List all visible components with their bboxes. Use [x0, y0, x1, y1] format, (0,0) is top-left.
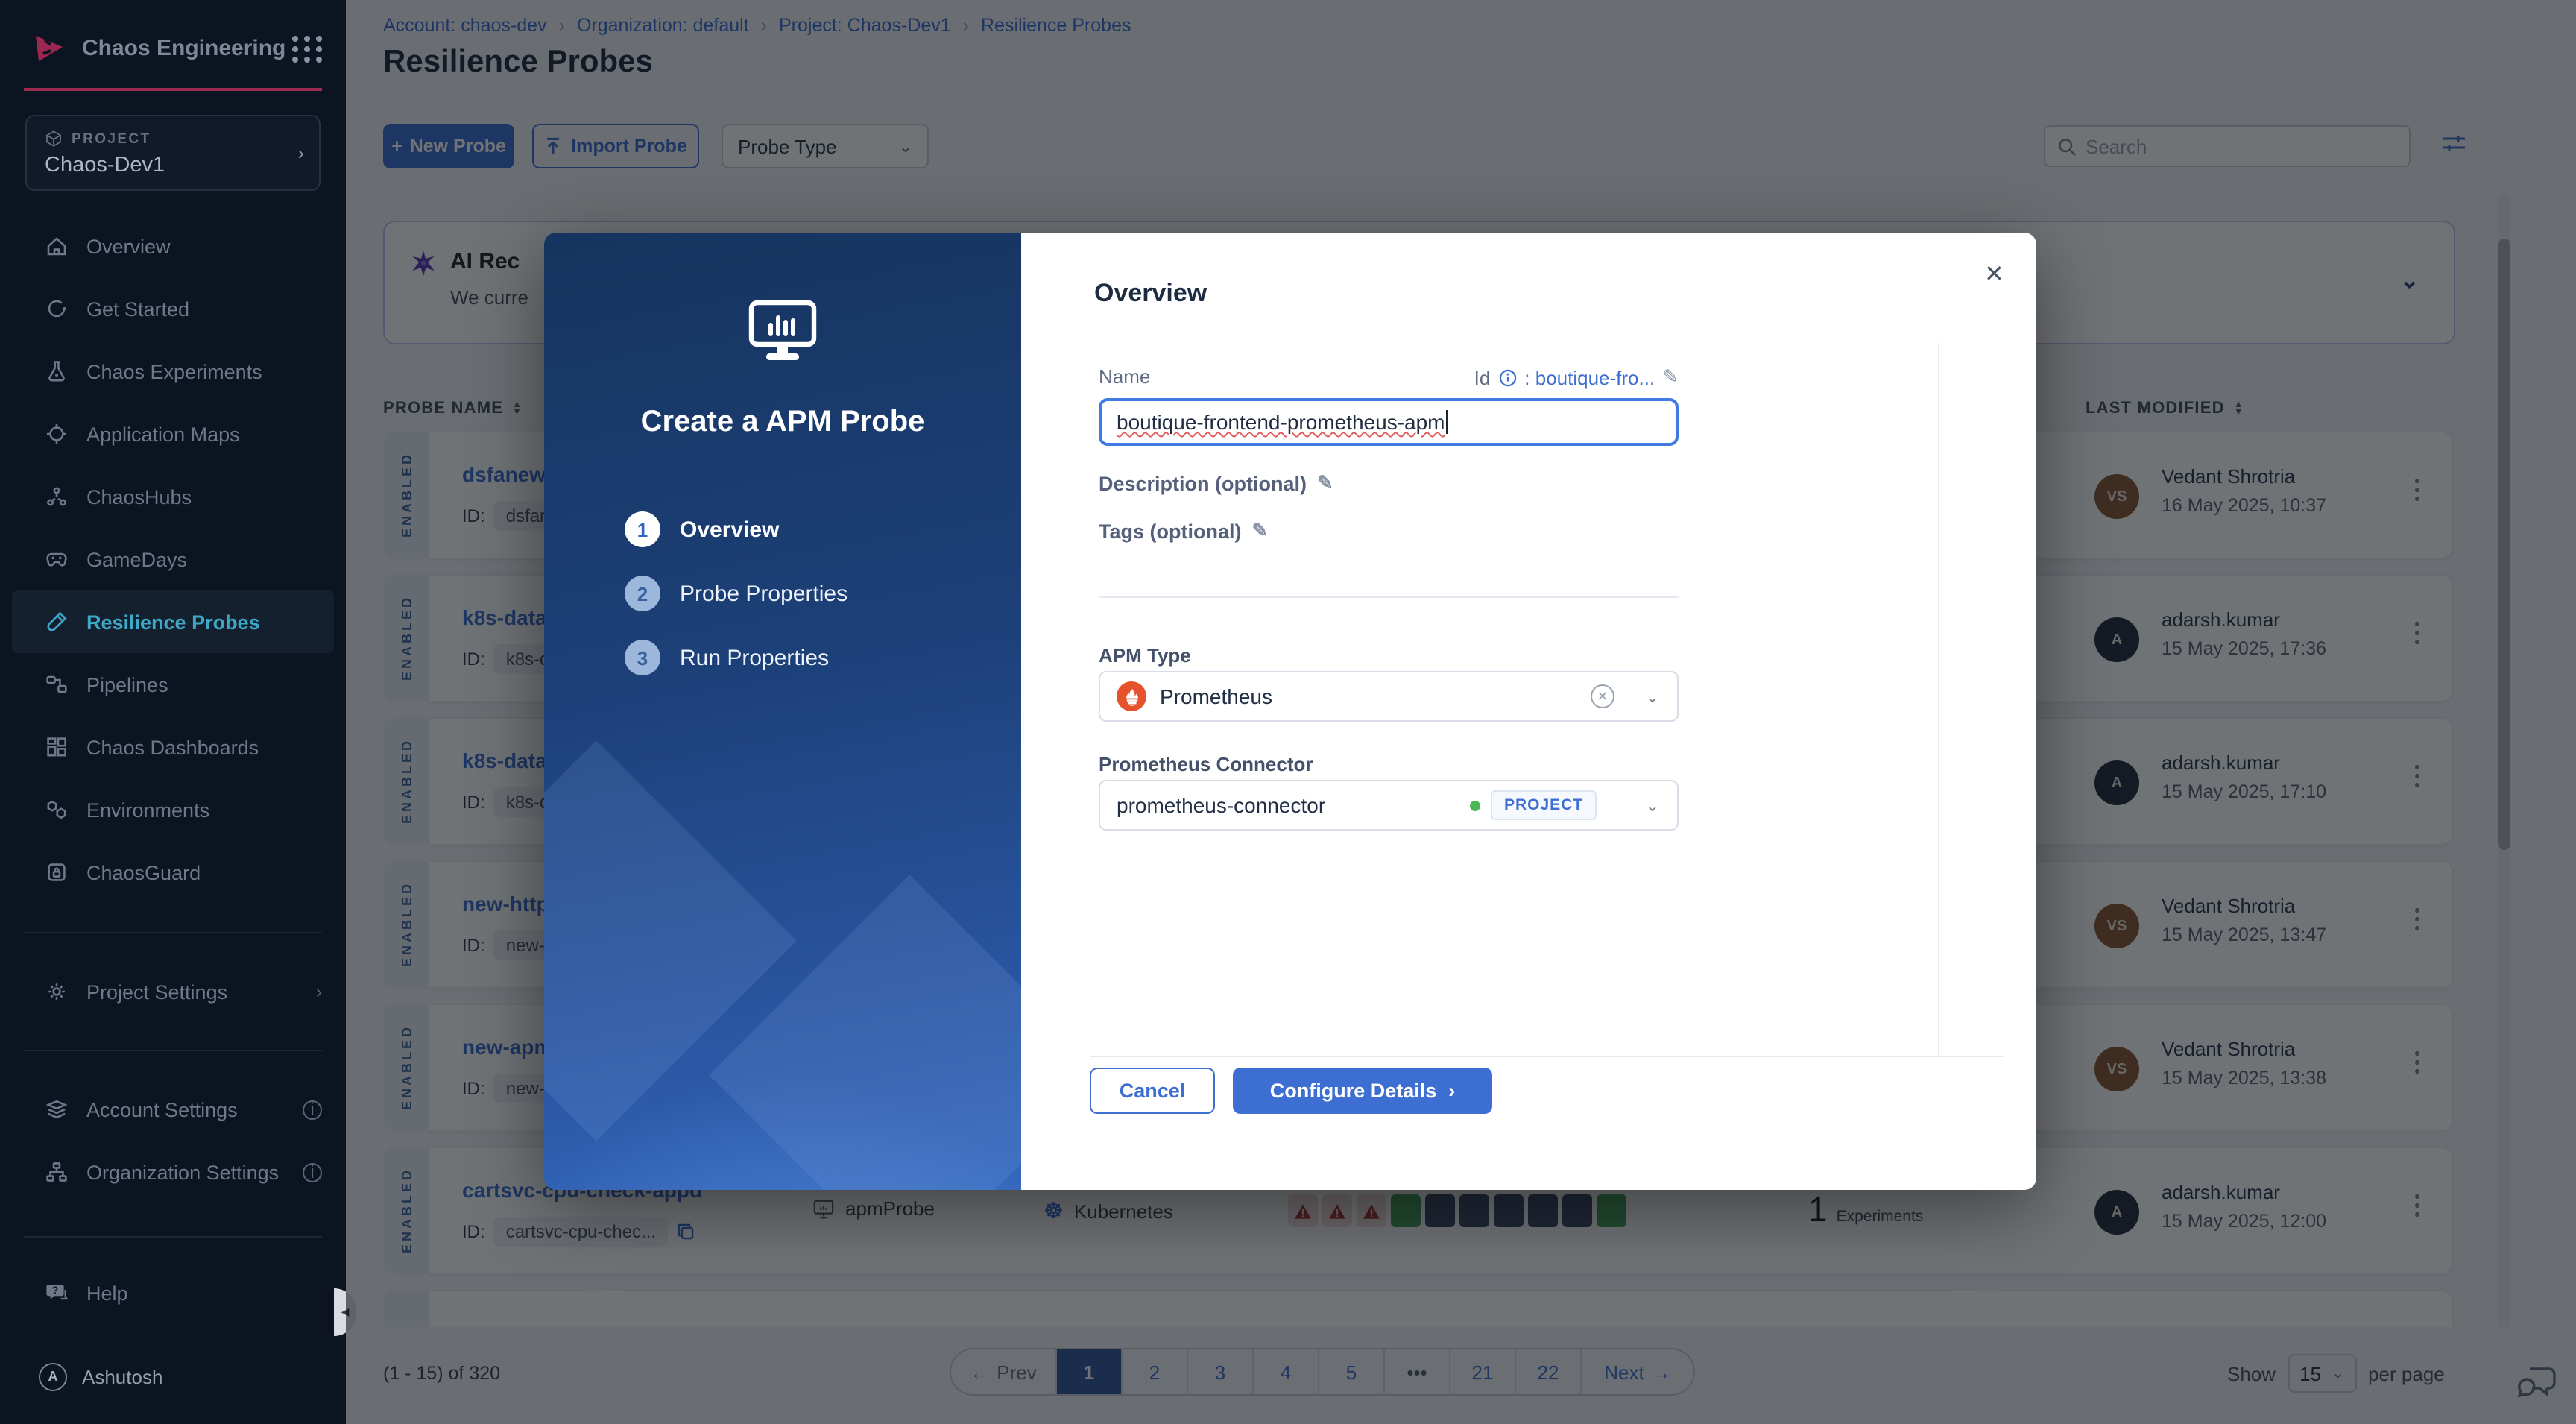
pipeline-icon: [45, 672, 69, 696]
step-run-properties[interactable]: 3 Run Properties: [625, 635, 847, 680]
sidebar-divider: [24, 1050, 322, 1051]
sidebar-item-application-maps[interactable]: Application Maps: [0, 403, 346, 465]
connectivity-status-dot: [1470, 800, 1480, 810]
project-selector[interactable]: PROJECT Chaos-Dev1 ›: [25, 115, 321, 191]
project-name: Chaos-Dev1: [45, 154, 165, 177]
connector-label: Prometheus Connector: [1099, 753, 1313, 775]
description-label: Description (optional) ✎: [1099, 471, 1333, 495]
help-chat-icon: ?: [45, 1281, 69, 1305]
svg-text:?: ?: [52, 1284, 59, 1296]
probe-id-line: Id : boutique-fro... ✎: [1474, 365, 1679, 389]
sidebar-item-pipelines[interactable]: Pipelines: [0, 653, 346, 716]
sidebar-item-environments[interactable]: Environments: [0, 778, 346, 841]
layers-icon: [45, 1097, 69, 1121]
sidebar-item-help[interactable]: ? Help: [0, 1261, 346, 1324]
crosshair-icon: [45, 422, 69, 446]
sidebar-settings-group: Project Settings ›: [0, 960, 346, 1023]
module-accent-divider: [24, 88, 322, 91]
chevron-right-icon: ›: [1448, 1080, 1456, 1102]
form-scroll-border: [1938, 343, 1939, 1056]
sidebar-item-chaosguard[interactable]: ChaosGuard: [0, 841, 346, 904]
modal-form-panel: ✕ Overview Name Id : boutique-fro... ✎ b…: [1021, 233, 2036, 1190]
prometheus-connector-select[interactable]: prometheus-connector PROJECT ⌄: [1099, 780, 1679, 831]
sidebar-item-account-settings[interactable]: Account Settings i: [0, 1078, 346, 1141]
lock-icon: [45, 860, 69, 884]
close-icon[interactable]: ✕: [1984, 259, 2004, 289]
dashboard-icon: [45, 735, 69, 759]
gamepad-icon: [45, 547, 69, 571]
sidebar-item-chaos-dashboards[interactable]: Chaos Dashboards: [0, 716, 346, 778]
sidebar-item-organization-settings[interactable]: Organization Settings i: [0, 1141, 346, 1203]
module-grid-icon[interactable]: [292, 36, 323, 63]
cube-icon: [45, 130, 63, 148]
get-started-icon: [45, 297, 69, 321]
footer-divider: [1090, 1056, 2004, 1057]
form-divider: [1099, 596, 1679, 598]
chevron-down-icon: ⌄: [1645, 797, 1659, 815]
sidebar-item-get-started[interactable]: Get Started: [0, 277, 346, 340]
info-icon: i: [303, 1162, 322, 1182]
app-title: Chaos Engineering: [82, 35, 286, 60]
form-heading: Overview: [1094, 279, 1208, 307]
step-overview[interactable]: 1 Overview: [625, 507, 847, 552]
avatar: A: [39, 1362, 67, 1390]
chevron-down-icon: ⌄: [1645, 688, 1659, 706]
test-tube-icon: [45, 610, 69, 634]
clear-icon[interactable]: ✕: [1591, 684, 1614, 708]
cancel-button[interactable]: Cancel: [1090, 1068, 1215, 1114]
edit-icon[interactable]: ✎: [1662, 365, 1679, 389]
connector-value: prometheus-connector: [1117, 793, 1326, 817]
info-icon: i: [303, 1099, 322, 1120]
sidebar-divider: [24, 932, 322, 933]
tags-label: Tags (optional) ✎: [1099, 519, 1269, 543]
sidebar-item-chaoshubs[interactable]: ChaosHubs: [0, 465, 346, 528]
user-menu[interactable]: A Ashutosh: [0, 1349, 346, 1403]
edit-icon[interactable]: ✎: [1252, 519, 1269, 543]
probe-id-value: : boutique-fro...: [1524, 366, 1655, 388]
sidebar-menu: Overview Get Started Chaos Experiments A…: [0, 215, 346, 904]
sidebar-item-overview[interactable]: Overview: [0, 215, 346, 277]
edit-icon[interactable]: ✎: [1317, 471, 1333, 495]
configure-details-button[interactable]: Configure Details ›: [1233, 1068, 1492, 1114]
apm-type-select[interactable]: Prometheus ✕ ⌄: [1099, 671, 1679, 722]
modal-title: Create a APM Probe: [640, 406, 925, 438]
apm-type-value: Prometheus: [1160, 684, 1272, 708]
text-caret: [1446, 410, 1448, 434]
watermark-shape: [544, 740, 797, 1141]
modal-stepper-panel: Create a APM Probe 1 Overview 2 Probe Pr…: [544, 233, 1021, 1190]
app-header: Chaos Engineering: [0, 15, 346, 81]
chaos-engineering-logo-icon: [30, 28, 69, 67]
create-apm-probe-modal: Create a APM Probe 1 Overview 2 Probe Pr…: [544, 233, 2036, 1190]
monitor-chart-icon: [544, 298, 1021, 364]
project-label: PROJECT: [72, 130, 151, 147]
info-icon: [1497, 368, 1517, 387]
sidebar-account-group: Account Settings i Organization Settings…: [0, 1078, 346, 1203]
stepper: 1 Overview 2 Probe Properties 3 Run Prop…: [625, 507, 847, 699]
sidebar-divider: [24, 1236, 322, 1238]
sidebar-item-gamedays[interactable]: GameDays: [0, 528, 346, 590]
flask-icon: [45, 359, 69, 383]
scope-badge: PROJECT: [1491, 790, 1597, 820]
gear-icon: [45, 980, 69, 1004]
step-probe-properties[interactable]: 2 Probe Properties: [625, 571, 847, 616]
org-chart-icon: [45, 1160, 69, 1184]
sidebar: Chaos Engineering PROJECT Chaos-Dev1 › O…: [0, 0, 346, 1424]
chevron-right-icon: ›: [316, 981, 322, 1002]
apm-type-label: APM Type: [1099, 644, 1191, 667]
hexagons-icon: [45, 798, 69, 822]
sidebar-help-group: ? Help: [0, 1261, 346, 1324]
sidebar-item-project-settings[interactable]: Project Settings ›: [0, 960, 346, 1023]
sidebar-item-chaos-experiments[interactable]: Chaos Experiments: [0, 340, 346, 403]
molecule-icon: [45, 485, 69, 508]
home-icon: [45, 234, 69, 258]
sidebar-item-resilience-probes[interactable]: Resilience Probes: [12, 590, 334, 653]
support-chat-icon[interactable]: [2516, 1363, 2558, 1402]
name-input[interactable]: boutique-frontend-prometheus-apm: [1099, 398, 1679, 446]
prometheus-icon: [1117, 681, 1146, 711]
app-window: Chaos Engineering PROJECT Chaos-Dev1 › O…: [0, 0, 2576, 1424]
chevron-right-icon: ›: [297, 142, 304, 164]
